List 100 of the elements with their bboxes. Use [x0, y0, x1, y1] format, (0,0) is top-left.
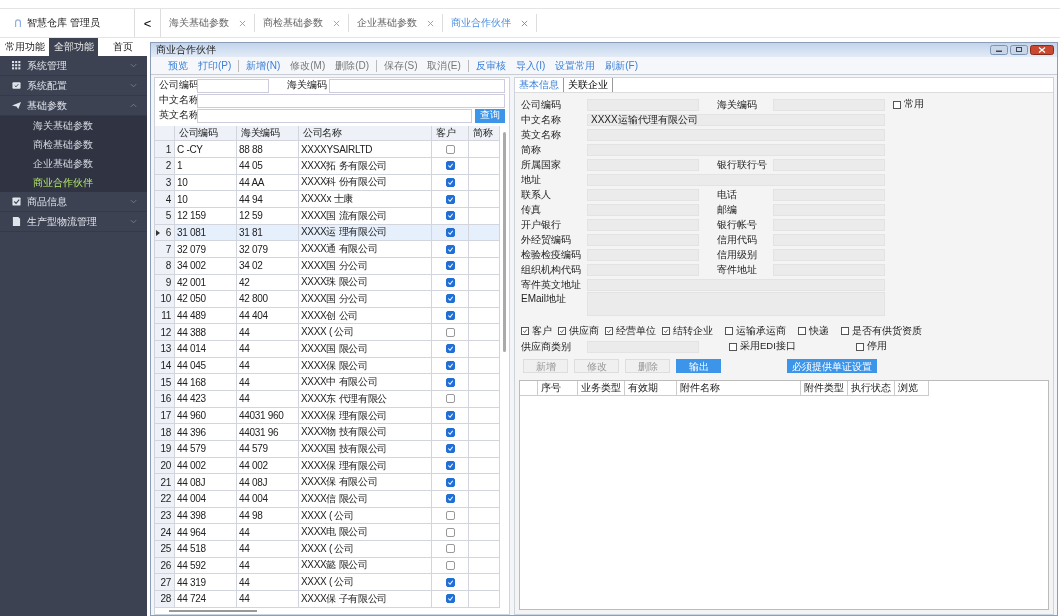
column-header[interactable]: 客户	[432, 126, 469, 141]
checkbox[interactable]	[445, 544, 455, 554]
table-row[interactable]: 28 44 724 44 XXXX保 子有限公司	[155, 590, 500, 608]
sidebar-item[interactable]: 系统管理	[0, 56, 147, 76]
table-row[interactable]: 2 1 44 05 XXXX拓 务有限公司	[155, 157, 500, 175]
toolbar-button[interactable]: 设置常用	[550, 58, 601, 73]
checkbox[interactable]	[798, 327, 806, 335]
table-row[interactable]: 16 44 423 44 XXXX东 代理有限公	[155, 391, 500, 408]
checkbox[interactable]	[445, 261, 455, 271]
checkbox[interactable]	[445, 161, 455, 171]
table-row[interactable]: 10 42 050 42 800 XXXX国 分公司	[155, 291, 500, 308]
page-tab[interactable]: 商业合作伙伴	[451, 16, 511, 30]
table-row[interactable]: 9 42 001 42 XXXX珠 限公司	[155, 274, 500, 292]
checkbox[interactable]	[445, 494, 455, 504]
column-header[interactable]: 浏览	[895, 381, 929, 395]
checkbox[interactable]	[445, 594, 455, 604]
sidebar-tab[interactable]: 全部功能	[49, 38, 98, 56]
table-row[interactable]: 25 44 518 44 XXXX ( 公司	[155, 541, 500, 558]
table-row[interactable]: 8 34 002 34 02 XXXX国 分公司	[155, 257, 500, 275]
maximize-icon[interactable]	[1010, 45, 1028, 55]
table-row[interactable]: 18 44 396 44031 96 XXXX物 技有限公司	[155, 424, 500, 442]
table-row[interactable]: 15 44 168 44 XXXX中 有限公司	[155, 374, 500, 392]
table-row[interactable]: 11 44 489 44 404 XXXX创 公司	[155, 307, 500, 325]
checkbox[interactable]	[445, 377, 455, 387]
table-row[interactable]: 13 44 014 44 XXXX国 限公司	[155, 341, 500, 358]
english-name-field[interactable]	[197, 108, 472, 123]
checkbox[interactable]	[521, 327, 529, 335]
close-icon[interactable]	[1030, 45, 1054, 55]
checkbox[interactable]	[725, 327, 733, 335]
sidebar-item[interactable]: 生产型物流管理	[0, 212, 147, 232]
page-tab[interactable]: 海关基础参数	[169, 16, 229, 30]
column-header[interactable]: 业务类型	[578, 381, 625, 395]
checkbox[interactable]	[893, 100, 901, 109]
checkbox[interactable]	[445, 277, 455, 287]
checkbox[interactable]	[445, 194, 455, 204]
column-header[interactable]: 有效期	[625, 381, 677, 395]
table-row[interactable]: 17 44 960 44031 960 XXXX保 理有限公司	[155, 407, 500, 425]
page-tab[interactable]: 企业基础参数	[357, 16, 417, 30]
checkbox[interactable]	[445, 394, 455, 404]
table-row[interactable]: 27 44 319 44 XXXX ( 公司	[155, 574, 500, 591]
minimize-icon[interactable]	[990, 45, 1008, 55]
checkbox[interactable]	[445, 311, 455, 321]
checkbox[interactable]	[445, 344, 455, 354]
checkbox[interactable]	[445, 511, 455, 520]
column-header[interactable]: 公司编码	[175, 126, 237, 141]
page-tab[interactable]: 商检基础参数	[263, 16, 323, 30]
sidebar-item[interactable]: 商品信息	[0, 192, 147, 212]
customs-code-field[interactable]	[329, 78, 505, 93]
checkbox[interactable]	[445, 577, 455, 587]
toolbar-button[interactable]: 刷新(F)	[600, 58, 644, 73]
checkbox[interactable]	[445, 294, 455, 304]
toolbar-button[interactable]: 预览	[163, 58, 193, 73]
sidebar-subitem[interactable]: 企业基础参数	[0, 154, 147, 173]
table-row[interactable]: 24 44 964 44 XXXX电 限公司	[155, 524, 500, 541]
sidebar-subitem[interactable]: 商业合作伙伴	[0, 173, 147, 192]
table-row[interactable]: 23 44 398 44 98 XXXX ( 公司	[155, 507, 500, 525]
checkbox[interactable]	[729, 342, 737, 351]
checkbox[interactable]	[855, 342, 864, 351]
table-row[interactable]: 7 32 079 32 079 XXXX通 有限公司	[155, 241, 500, 258]
table-row[interactable]: 4 10 44 94 XXXXx 士康	[155, 191, 500, 208]
checkbox[interactable]	[445, 361, 455, 371]
checkbox[interactable]	[841, 327, 849, 335]
checkbox[interactable]	[445, 177, 455, 187]
table-row[interactable]: 22 44 004 44 004 XXXX信 限公司	[155, 491, 500, 508]
table-row[interactable]: 26 44 592 44 XXXX懿 限公司	[155, 557, 500, 575]
checkbox[interactable]	[445, 561, 455, 570]
column-header[interactable]: 公司名称	[299, 126, 432, 141]
checkbox[interactable]	[558, 327, 566, 335]
checkbox[interactable]	[445, 144, 455, 154]
scrollbar-thumb[interactable]	[502, 132, 506, 353]
checkbox[interactable]	[445, 444, 455, 454]
checkbox[interactable]	[445, 244, 455, 254]
column-header[interactable]: 执行状态	[848, 381, 895, 395]
checkbox[interactable]	[445, 477, 455, 487]
checkbox[interactable]	[445, 427, 455, 437]
checkbox[interactable]	[445, 327, 455, 337]
checkbox[interactable]	[445, 411, 455, 421]
toolbar-button[interactable]: 导入(I)	[510, 58, 551, 73]
checkbox[interactable]	[445, 211, 455, 221]
toolbar-button[interactable]: 新增(N)	[241, 58, 286, 73]
table-row[interactable]: 1 C -CY 88 88 XXXXYSAIRLTD	[155, 141, 500, 158]
company-code-field[interactable]	[197, 78, 269, 93]
column-header[interactable]: 附件名称	[677, 381, 801, 395]
checkbox[interactable]	[445, 527, 455, 537]
input-field[interactable]: XXXX运输代理有限公司	[587, 113, 885, 126]
checkbox[interactable]	[662, 327, 670, 335]
table-row[interactable]: 3 10 44 AA XXXX科 份有限公司	[155, 174, 500, 192]
table-row[interactable]: 5 12 159 12 59 XXXX国 流有限公司	[155, 207, 500, 225]
collapse-button[interactable]: <	[134, 9, 161, 37]
sidebar-subitem[interactable]: 海关基础参数	[0, 116, 147, 135]
toolbar-button[interactable]: 打印(P)	[193, 58, 237, 73]
scrollbar-thumb[interactable]	[169, 609, 257, 612]
checkbox[interactable]	[445, 461, 455, 471]
table-row[interactable]: 21 44 08J 44 08J XXXX保 有限公司	[155, 474, 500, 492]
column-header[interactable]: 附件类型	[801, 381, 848, 395]
checkbox[interactable]	[605, 327, 613, 335]
sidebar-item[interactable]: 系统配置	[0, 76, 147, 96]
column-header[interactable]: 序号	[538, 381, 578, 395]
column-header[interactable]: 简称	[469, 126, 500, 141]
table-row[interactable]: 12 44 388 44 XXXX ( 公司	[155, 324, 500, 342]
